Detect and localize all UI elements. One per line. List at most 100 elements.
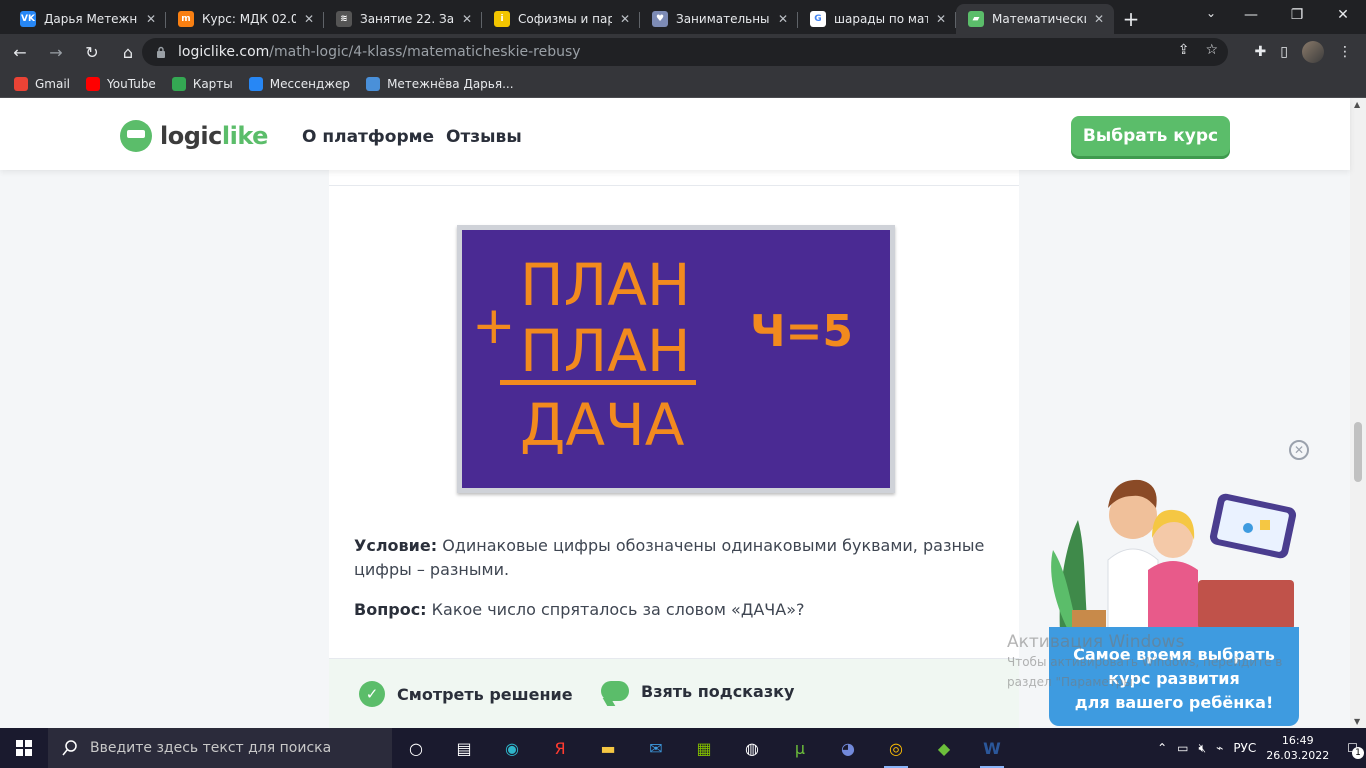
url-path: /math-logic/4-klass/matematicheskie-rebu… bbox=[269, 44, 581, 60]
tab-title: Математические bbox=[992, 12, 1086, 26]
clock-time: 16:49 bbox=[1281, 734, 1314, 747]
puzzle-question: Вопрос: Какое число спряталось за словом… bbox=[354, 600, 805, 619]
tab-search-icon[interactable]: ⌄ bbox=[1206, 6, 1216, 20]
side-panel-icon[interactable]: ▯ bbox=[1280, 44, 1288, 60]
bookmark-star-icon[interactable]: ☆ bbox=[1205, 42, 1218, 58]
bookmark-4[interactable]: Метежнёва Дарья... bbox=[366, 76, 514, 91]
close-window-button[interactable]: ✕ bbox=[1320, 0, 1366, 30]
promo-banner[interactable]: Самое время выбрать курс развития для ва… bbox=[1049, 627, 1299, 726]
yandex-browser-icon[interactable]: Я bbox=[536, 728, 584, 768]
search-icon bbox=[62, 740, 77, 756]
reload-button[interactable]: ↻ bbox=[76, 36, 108, 68]
home-button[interactable]: ⌂ bbox=[112, 36, 144, 68]
tab-close-icon[interactable]: ✕ bbox=[778, 12, 788, 26]
tab-title: Дарья Метежнё bbox=[44, 12, 138, 26]
tab-close-icon[interactable]: ✕ bbox=[304, 12, 314, 26]
lock-icon[interactable] bbox=[156, 46, 166, 58]
menu-icon[interactable]: ⋮ bbox=[1338, 44, 1352, 60]
chrome-icon[interactable]: ◎ bbox=[872, 728, 920, 768]
tab-0[interactable]: VK Дарья Метежнё ✕ bbox=[8, 4, 166, 34]
logo-icon bbox=[120, 120, 152, 152]
tab-2[interactable]: ≋ Занятие 22. Зада ✕ bbox=[324, 4, 482, 34]
lesson-icon: ≋ bbox=[336, 11, 352, 27]
mail-icon[interactable]: ✉ bbox=[632, 728, 680, 768]
store-icon[interactable]: ▦ bbox=[680, 728, 728, 768]
nav-reviews[interactable]: Отзывы bbox=[446, 127, 522, 147]
taskbar-search[interactable]: Введите здесь текст для поиска bbox=[48, 728, 392, 768]
bookmark-3[interactable]: Мессенджер bbox=[248, 76, 350, 91]
puzzle-actions: ✓ Смотреть решение Взять подсказку bbox=[329, 658, 1019, 728]
windows-taskbar: Введите здесь текст для поиска ○ ▤ ◉ Я ▬… bbox=[0, 728, 1366, 768]
tab-close-icon[interactable]: ✕ bbox=[1094, 12, 1104, 26]
clock[interactable]: 16:49 26.03.2022 bbox=[1266, 733, 1329, 763]
tray-expand-icon[interactable]: ⌃ bbox=[1157, 741, 1167, 755]
bookmark-2[interactable]: Карты bbox=[171, 76, 233, 91]
site-header: logiclike О платформе Отзывы Выбрать кур… bbox=[0, 98, 1350, 170]
network-icon[interactable]: ⌁ bbox=[1216, 741, 1223, 755]
back-button[interactable]: ← bbox=[4, 36, 36, 68]
family-tablet-illustration bbox=[1051, 479, 1297, 630]
new-tab-button[interactable]: + bbox=[1114, 4, 1148, 34]
show-solution-label: Смотреть решение bbox=[397, 684, 573, 704]
nav-about[interactable]: О платформе bbox=[302, 127, 434, 147]
rebus-plus: + bbox=[472, 296, 516, 356]
bookmark-label: Карты bbox=[192, 76, 233, 91]
start-button[interactable] bbox=[0, 728, 48, 768]
notification-center-icon[interactable]: ☐1 bbox=[1347, 741, 1364, 759]
word-icon[interactable]: W bbox=[968, 728, 1016, 768]
share-icon[interactable]: ⇪ bbox=[1178, 42, 1190, 58]
tab-6[interactable]: ▰ Математические ✕ bbox=[956, 4, 1114, 34]
forward-button[interactable]: → bbox=[40, 36, 72, 68]
sims-icon[interactable]: ◆ bbox=[920, 728, 968, 768]
close-icon[interactable]: ✕ bbox=[1289, 440, 1309, 460]
battery-icon[interactable]: ▭ bbox=[1177, 741, 1188, 755]
tab-title: шарады по мате bbox=[834, 12, 928, 26]
url-host: logiclike.com bbox=[178, 44, 270, 60]
tab-close-icon[interactable]: ✕ bbox=[620, 12, 630, 26]
rebus-line-1: ПЛАН bbox=[520, 251, 691, 319]
cortana-icon[interactable]: ○ bbox=[392, 728, 440, 768]
logiclike-logo[interactable]: logiclike bbox=[120, 120, 268, 152]
scroll-up-icon[interactable]: ▲ bbox=[1354, 100, 1360, 109]
tab-4[interactable]: ♥ Занимательные ✕ bbox=[640, 4, 798, 34]
maps-icon bbox=[171, 76, 186, 91]
file-explorer-icon[interactable]: ▬ bbox=[584, 728, 632, 768]
choose-course-button[interactable]: Выбрать курс bbox=[1071, 116, 1230, 156]
extensions-icon[interactable]: ✚ bbox=[1255, 44, 1267, 60]
page-scrollbar[interactable]: ▲ ▼ bbox=[1350, 98, 1366, 728]
bookmark-label: Gmail bbox=[35, 76, 71, 91]
tab-1[interactable]: m Курс: МДК 02.09 ✕ bbox=[166, 4, 324, 34]
scrollbar-thumb[interactable] bbox=[1354, 422, 1362, 482]
bookmark-1[interactable]: YouTube bbox=[86, 76, 156, 91]
address-bar[interactable]: logiclike.com/math-logic/4-klass/matemat… bbox=[142, 38, 1228, 66]
volume-icon[interactable]: 🔇︎ bbox=[1199, 741, 1207, 756]
tab-close-icon[interactable]: ✕ bbox=[462, 12, 472, 26]
window-controls: — ❐ ✕ bbox=[1228, 0, 1366, 30]
book-icon bbox=[366, 76, 381, 91]
browser-toolbar: ← → ↻ ⌂ logiclike.com/math-logic/4-klass… bbox=[0, 34, 1366, 70]
promo-text-2: курс развития bbox=[1108, 669, 1240, 688]
tab-close-icon[interactable]: ✕ bbox=[936, 12, 946, 26]
maximize-button[interactable]: ❐ bbox=[1274, 0, 1320, 30]
edge-icon[interactable]: ◉ bbox=[488, 728, 536, 768]
task-view-icon[interactable]: ▤ bbox=[440, 728, 488, 768]
chat-bubble-icon bbox=[601, 681, 629, 701]
take-hint-button[interactable]: Взять подсказку bbox=[601, 681, 794, 701]
tab-close-icon[interactable]: ✕ bbox=[146, 12, 156, 26]
bookmark-0[interactable]: Gmail bbox=[14, 76, 71, 91]
discord-icon[interactable]: ◕ bbox=[824, 728, 872, 768]
show-solution-button[interactable]: ✓ Смотреть решение bbox=[359, 681, 573, 707]
steam-icon[interactable]: ◍ bbox=[728, 728, 776, 768]
utorrent-icon[interactable]: µ bbox=[776, 728, 824, 768]
tab-5[interactable]: Gшарады по мате ✕ bbox=[798, 4, 956, 34]
scroll-down-icon[interactable]: ▼ bbox=[1354, 717, 1360, 726]
logo-text: logiclike bbox=[160, 122, 268, 150]
rebus-hint: Ч=5 bbox=[750, 306, 854, 357]
gmail-icon bbox=[14, 76, 28, 91]
language-indicator[interactable]: РУС bbox=[1233, 741, 1256, 755]
profile-avatar[interactable] bbox=[1302, 41, 1324, 63]
minimize-button[interactable]: — bbox=[1228, 0, 1274, 30]
card-divider bbox=[329, 185, 1019, 186]
tab-3[interactable]: i Софизмы и пара ✕ bbox=[482, 4, 640, 34]
puzzle-board: ПЛАН + ПЛАН ДАЧА Ч=5 bbox=[457, 225, 895, 493]
